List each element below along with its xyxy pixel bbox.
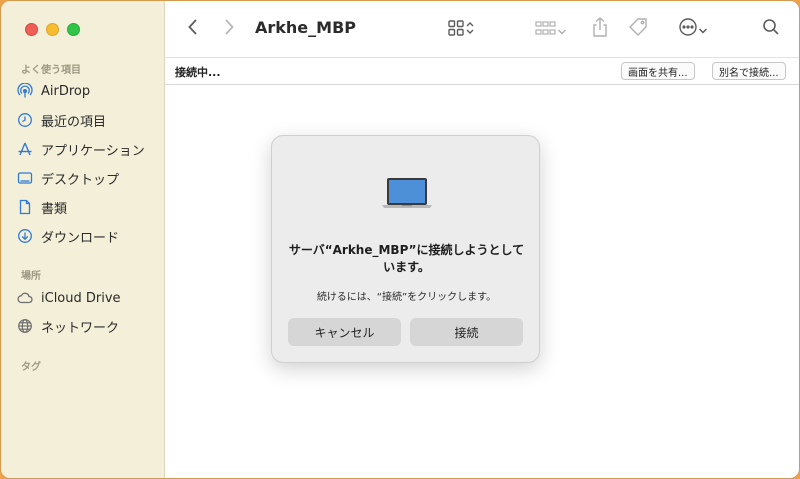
share-button[interactable] — [589, 17, 611, 41]
connect-button[interactable]: 接続 — [410, 318, 523, 346]
download-icon — [17, 228, 33, 244]
share-screen-button[interactable]: 画面を共有... — [621, 62, 695, 80]
locations-section-title: 場所 — [21, 271, 41, 282]
toolbar: Arkhe_MBP — [165, 1, 799, 58]
view-mode-button[interactable] — [441, 20, 481, 40]
chevron-right-icon — [223, 18, 235, 40]
sidebar-item-network[interactable]: ネットワーク — [17, 315, 157, 337]
back-button[interactable] — [185, 19, 201, 39]
tags-section-title: タグ — [21, 362, 41, 373]
connection-status-bar: 接続中... 画面を共有... 別名で接続... — [165, 58, 799, 85]
sidebar-item-label: 最近の項目 — [41, 114, 107, 130]
sidebar-item-label: アプリケーション — [41, 143, 145, 159]
applications-icon — [17, 141, 33, 157]
chevron-left-icon — [187, 18, 199, 40]
close-button[interactable] — [25, 23, 38, 36]
chevron-down-icon — [557, 21, 567, 40]
sidebar-item-documents[interactable]: 書類 — [17, 196, 157, 218]
connect-dialog: サーバ“Arkhe_MBP”に接続しようとしています。 続けるには、“接続”をク… — [271, 135, 540, 363]
sidebar-item-airdrop[interactable]: AirDrop — [17, 80, 157, 102]
sidebar-item-recents[interactable]: 最近の項目 — [17, 109, 157, 131]
sidebar-item-desktop[interactable]: デスクトップ — [17, 167, 157, 189]
share-icon — [591, 16, 609, 42]
group-button[interactable] — [531, 20, 571, 40]
cloud-icon — [17, 290, 33, 306]
document-icon — [17, 199, 33, 215]
sidebar-item-label: iCloud Drive — [41, 290, 121, 306]
up-down-chevron-icon — [465, 20, 475, 40]
airdrop-icon — [17, 83, 33, 99]
grid-view-icon — [447, 19, 465, 41]
chevron-down-icon — [698, 20, 708, 39]
search-icon — [762, 18, 780, 40]
ellipsis-circle-icon — [678, 17, 698, 41]
sidebar-item-label: 書類 — [41, 201, 68, 217]
favorites-section-title: よく使う項目 — [21, 65, 81, 76]
group-grid-icon — [535, 20, 557, 40]
desktop-icon — [17, 170, 33, 186]
sidebar-item-downloads[interactable]: ダウンロード — [17, 225, 157, 247]
window-title: Arkhe_MBP — [255, 18, 356, 37]
zoom-button[interactable] — [67, 23, 80, 36]
forward-button[interactable] — [221, 19, 237, 39]
sidebar: よく使う項目 AirDrop 最近の項目 アプリケーション デスクトップ 書類 … — [1, 1, 165, 478]
minimize-button[interactable] — [46, 23, 59, 36]
sidebar-item-applications[interactable]: アプリケーション — [17, 138, 157, 160]
dialog-title: サーバ“Arkhe_MBP”に接続しようとしています。 — [288, 243, 525, 274]
sidebar-item-label: AirDrop — [41, 83, 91, 99]
dialog-message: 続けるには、“接続”をクリックします。 — [316, 292, 497, 303]
network-globe-icon — [17, 318, 33, 334]
sidebar-item-icloud-drive[interactable]: iCloud Drive — [17, 287, 157, 309]
sidebar-item-label: ネットワーク — [41, 320, 120, 336]
sidebar-item-label: デスクトップ — [41, 172, 120, 188]
connection-status-text: 接続中... — [175, 66, 221, 79]
window-controls — [25, 23, 80, 36]
tag-button[interactable] — [627, 18, 651, 40]
laptop-icon — [381, 176, 433, 214]
connect-as-button[interactable]: 別名で接続... — [712, 62, 786, 80]
finder-window: よく使う項目 AirDrop 最近の項目 アプリケーション デスクトップ 書類 … — [0, 0, 800, 479]
tag-icon — [628, 17, 650, 41]
cancel-button[interactable]: キャンセル — [288, 318, 401, 346]
sidebar-item-label: ダウンロード — [41, 230, 120, 246]
search-button[interactable] — [761, 19, 781, 39]
action-menu-button[interactable] — [673, 17, 713, 41]
clock-icon — [17, 112, 33, 128]
